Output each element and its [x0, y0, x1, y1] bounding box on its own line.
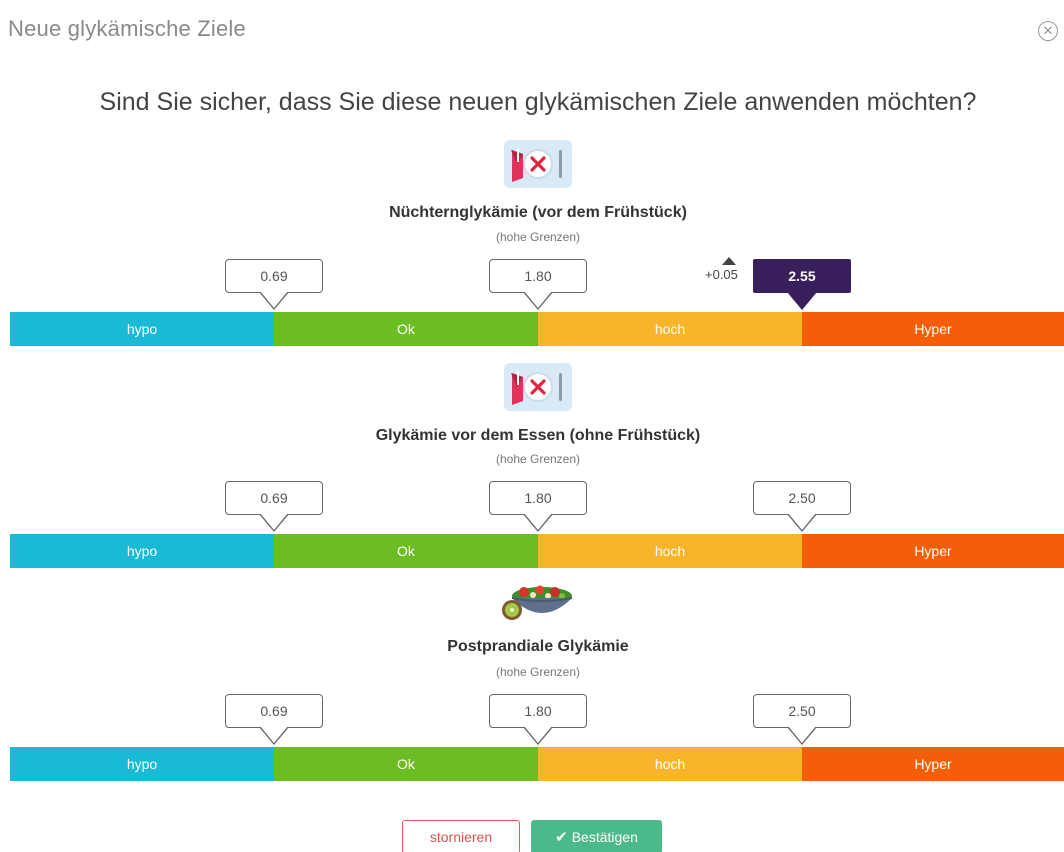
section-title: Postprandiale Glykämie — [447, 638, 629, 655]
delta-caret-icon — [722, 257, 736, 265]
threshold-marker-mid[interactable]: 1.80 — [489, 259, 587, 310]
threshold-marker-mid[interactable]: 1.80 — [489, 694, 587, 745]
glycemic-range-bar: hypo Ok hoch Hyper — [10, 312, 1064, 346]
threshold-value: 2.50 — [753, 694, 851, 728]
section-title: Glykämie vor dem Essen (ohne Frühstück) — [375, 427, 701, 444]
glycemic-range-bar: hypo Ok hoch Hyper — [10, 747, 1064, 781]
threshold-marker-low[interactable]: 0.69 — [225, 259, 323, 310]
threshold-marker-mid[interactable]: 1.80 — [489, 481, 587, 532]
threshold-marker-low[interactable]: 0.69 — [225, 694, 323, 745]
empty-plate-icon — [504, 363, 572, 411]
zone-ok: Ok — [274, 747, 538, 781]
glycemic-range-bar: hypo Ok hoch Hyper — [10, 534, 1064, 568]
threshold-value: 1.80 — [489, 481, 587, 515]
section-subtitle: (hohe Grenzen) — [495, 665, 581, 679]
zone-hypo: hypo — [10, 534, 274, 568]
modal-title: Neue glykämische Ziele — [8, 16, 246, 41]
cancel-button[interactable]: stornieren — [402, 820, 520, 852]
marker-pointer — [259, 291, 289, 310]
threshold-value: 2.55 — [753, 259, 851, 293]
section-subtitle: (hohe Grenzen) — [495, 452, 581, 466]
zone-hyper: Hyper — [802, 312, 1064, 346]
zone-hyper: Hyper — [802, 747, 1064, 781]
zone-ok: Ok — [274, 312, 538, 346]
threshold-marker-low[interactable]: 0.69 — [225, 481, 323, 532]
threshold-value: 0.69 — [225, 481, 323, 515]
zone-hoch: hoch — [538, 312, 802, 346]
confirmation-question: Sind Sie sicher, dass Sie diese neuen gl… — [99, 88, 977, 116]
confirm-button[interactable]: ✔ Bestätigen — [531, 820, 662, 852]
threshold-marker-high[interactable]: 2.50 — [753, 694, 851, 745]
marker-pointer — [523, 291, 553, 310]
threshold-value: 0.69 — [225, 259, 323, 293]
marker-pointer — [259, 513, 289, 532]
threshold-value: 1.80 — [489, 694, 587, 728]
zone-hypo: hypo — [10, 747, 274, 781]
marker-pointer — [259, 726, 289, 745]
salad-bowl-icon — [502, 585, 573, 620]
section-subtitle: (hohe Grenzen) — [495, 230, 581, 244]
threshold-value: 0.69 — [225, 694, 323, 728]
zone-ok: Ok — [274, 534, 538, 568]
marker-pointer — [523, 726, 553, 745]
close-icon[interactable]: ✕ — [1038, 21, 1058, 41]
zone-hoch: hoch — [538, 534, 802, 568]
marker-pointer — [787, 292, 817, 310]
marker-pointer — [523, 513, 553, 532]
confirm-label: Bestätigen — [571, 829, 638, 845]
zone-hypo: hypo — [10, 312, 274, 346]
empty-plate-icon — [504, 140, 572, 188]
delta-value: +0.05 — [705, 267, 738, 282]
marker-pointer — [787, 513, 817, 532]
zone-hyper: Hyper — [802, 534, 1064, 568]
marker-pointer — [787, 726, 817, 745]
section-title: Nüchternglykämie (vor dem Frühstück) — [389, 204, 687, 221]
threshold-value: 1.80 — [489, 259, 587, 293]
zone-hoch: hoch — [538, 747, 802, 781]
threshold-value: 2.50 — [753, 481, 851, 515]
threshold-marker-high-changed[interactable]: 2.55 — [753, 259, 851, 310]
threshold-marker-high[interactable]: 2.50 — [753, 481, 851, 532]
checkmark-icon: ✔ — [555, 829, 568, 846]
